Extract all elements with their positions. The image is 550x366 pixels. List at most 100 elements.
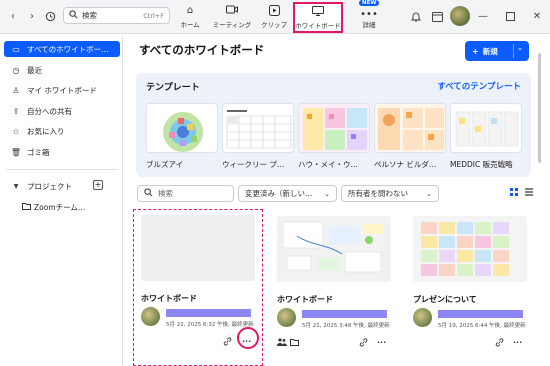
chevron-left-icon[interactable]: ‹: [6, 9, 20, 23]
weekly-planner-thumbnail: [226, 110, 292, 149]
nav-home[interactable]: ⌂ ホーム: [169, 3, 211, 31]
caret-down-icon: ▼: [13, 182, 19, 190]
bell-icon[interactable]: [409, 9, 423, 23]
whiteboard-icon: [295, 6, 341, 20]
nav-whiteboards-label: ホワイトボード: [295, 22, 341, 30]
projects-label: プロジェクト: [27, 181, 72, 191]
clips-icon: [253, 5, 295, 19]
project-label: Zoomチーム…: [34, 202, 86, 212]
card-meta: 5月 19, 2025 6:44 午後, 最終更新: [438, 323, 526, 329]
templates-heading: テンプレート: [146, 83, 200, 93]
sidebar-item-label: 最近: [27, 65, 42, 75]
search-label: 検索: [82, 11, 97, 20]
chevron-down-icon: ⌄: [324, 189, 330, 198]
template-persona-builder[interactable]: [374, 103, 446, 153]
template-how-might-we[interactable]: [298, 103, 370, 153]
nav-clips[interactable]: クリップ: [253, 3, 295, 31]
avatar: [413, 308, 432, 327]
template-label: MEDDIC 販売戦略: [450, 160, 513, 169]
bullseye-thumbnail: [163, 112, 203, 152]
sidebar-item-label: お気に入り: [27, 126, 65, 136]
template-meddic[interactable]: [450, 103, 522, 153]
nav-meetings[interactable]: ミーティング: [211, 3, 253, 31]
folder-icon: [22, 202, 31, 212]
whiteboard-icon: ▭: [12, 44, 20, 54]
sort-dropdown[interactable]: 変更済み（新しい… ⌄: [238, 185, 337, 202]
nav-home-label: ホーム: [180, 21, 200, 29]
card-title: ホワイトボード: [277, 295, 333, 304]
sidebar-item-all-whiteboards[interactable]: ▭ すべてのホワイトボー…: [4, 41, 120, 57]
top-bar: ‹ › 検索 Ctrl+F ⌂ ホーム ミーティング クリップ ホワイトボード …: [0, 0, 550, 34]
avatar[interactable]: [450, 6, 470, 26]
home-icon: ⌂: [186, 5, 194, 16]
add-project-button[interactable]: +: [93, 180, 103, 190]
scrollbar[interactable]: [538, 53, 541, 163]
owner-name-redacted: [302, 310, 387, 318]
all-templates-link[interactable]: すべてのテンプレート: [437, 80, 521, 92]
template-label: ハウ・メイ・ウ…: [298, 160, 358, 169]
sidebar-item-shared[interactable]: ⇪ 自分への共有: [4, 103, 120, 119]
video-icon: [211, 5, 253, 19]
avatar: [277, 308, 296, 327]
people-icon: [277, 338, 287, 348]
more-icon: •••: [360, 9, 378, 20]
link-icon[interactable]: [359, 338, 368, 349]
more-options-highlight: [237, 327, 259, 349]
new-button-divider: [513, 44, 514, 58]
more-options-icon[interactable]: ···: [513, 338, 522, 347]
templates-panel: テンプレート すべてのテンプレート ブルズアイ ウィークリー プ… ハウ・メイ・…: [136, 73, 531, 177]
chevron-right-icon[interactable]: ›: [25, 9, 39, 23]
grid-view-icon[interactable]: [510, 188, 518, 198]
board-search-input[interactable]: 検索: [137, 185, 234, 202]
how-might-we-thumbnail: [299, 104, 369, 152]
person-icon: ♙: [12, 85, 20, 95]
global-search[interactable]: 検索 Ctrl+F: [63, 7, 170, 24]
template-bullseye[interactable]: [146, 103, 218, 153]
chevron-down-icon: ⌄: [426, 189, 432, 198]
sidebar-item-trash[interactable]: 🗑 ゴミ箱: [4, 144, 120, 160]
search-icon: [69, 10, 78, 21]
minimize-icon[interactable]: —: [476, 9, 490, 23]
avatar: [141, 307, 160, 326]
whiteboard-card[interactable]: プレゼンについて 5月 19, 2025 6:44 午後, 最終更新 ···: [406, 211, 534, 366]
maximize-icon[interactable]: [503, 9, 517, 23]
link-icon[interactable]: [495, 338, 504, 349]
sidebar-item-label: すべてのホワイトボー…: [27, 44, 109, 54]
sidebar-project-item[interactable]: Zoomチーム…: [4, 199, 120, 215]
owner-name-redacted: [438, 310, 523, 318]
card-meta: 5月 21, 2025 3:48 午後, 最終更新: [302, 323, 390, 329]
more-options-icon[interactable]: ···: [377, 338, 386, 347]
sidebar-item-favorites[interactable]: ☆ お気に入り: [4, 123, 120, 139]
sidebar-item-my-whiteboards[interactable]: ♙ マイ ホワイトボード: [4, 82, 120, 98]
link-icon[interactable]: [223, 337, 232, 348]
card-thumbnail: [141, 215, 255, 281]
owner-dropdown[interactable]: 所有者を問わない ⌄: [341, 185, 439, 202]
whiteboard-card[interactable]: ホワイトボード 5月 22, 2025 6:32 午後, 最終更新 ···: [133, 209, 263, 366]
nav-more[interactable]: NEW ••• 詳細: [348, 0, 390, 31]
sidebar-item-recent[interactable]: ◷ 最近: [4, 62, 120, 78]
template-label: ウィークリー プ…: [222, 160, 285, 169]
calendar-icon[interactable]: [430, 9, 444, 23]
close-icon[interactable]: ✕: [530, 9, 544, 23]
search-icon: [144, 188, 153, 199]
template-weekly-planner[interactable]: [222, 103, 294, 153]
page-title: すべてのホワイトボード: [139, 43, 265, 57]
history-icon[interactable]: [43, 9, 57, 23]
persona-builder-thumbnail: [375, 104, 445, 152]
sidebar-item-label: 自分への共有: [27, 106, 72, 116]
card-thumbnail: [413, 216, 527, 282]
nav-more-label: 詳細: [362, 21, 376, 29]
list-view-icon[interactable]: [525, 188, 533, 198]
nav-whiteboards[interactable]: ホワイトボード: [293, 2, 343, 33]
new-button[interactable]: + 新規 ⌄: [465, 41, 529, 61]
plus-icon: +: [472, 46, 479, 56]
card-title: ホワイトボード: [141, 294, 197, 303]
board-search-placeholder: 検索: [158, 189, 173, 198]
card-thumbnail: [277, 216, 391, 282]
chevron-down-icon[interactable]: ⌄: [517, 44, 523, 52]
clock-icon: ◷: [12, 65, 20, 75]
sidebar-item-label: マイ ホワイトボード: [27, 85, 97, 95]
new-button-label: 新規: [482, 46, 498, 56]
card-title: プレゼンについて: [413, 295, 477, 304]
whiteboard-card[interactable]: ホワイトボード 5月 21, 2025 3:48 午後, 最終更新 ···: [270, 211, 398, 366]
